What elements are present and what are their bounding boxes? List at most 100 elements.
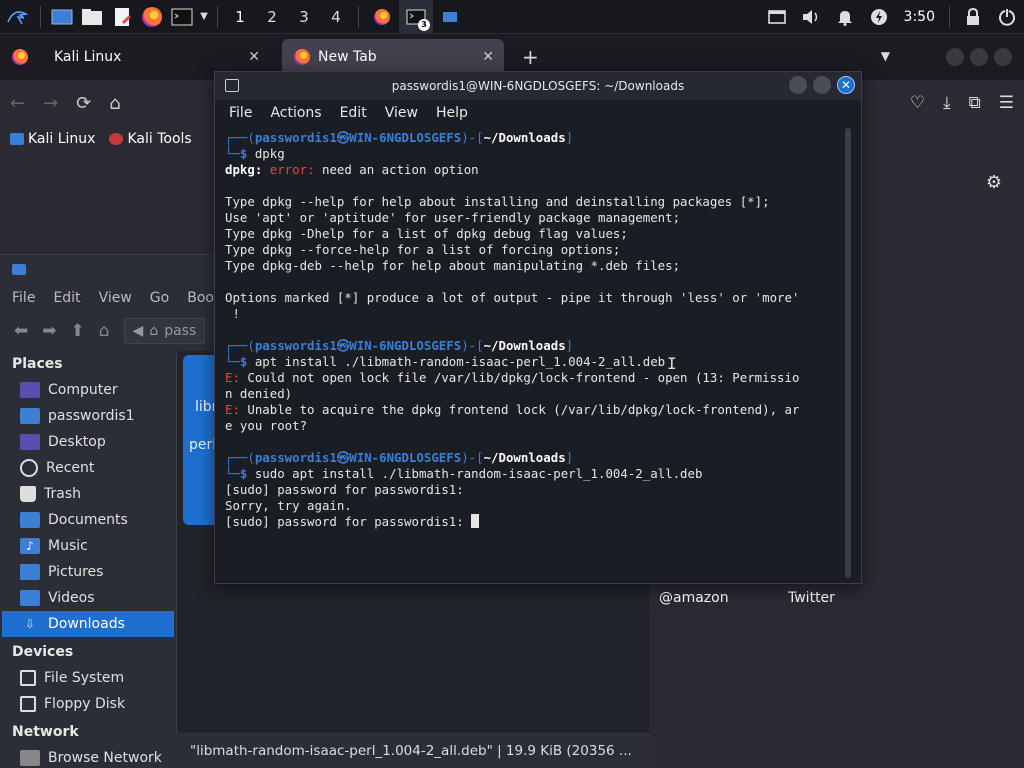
clock-icon <box>20 459 38 477</box>
workspace-4[interactable]: 4 <box>320 0 352 34</box>
path-segment[interactable]: pass <box>164 323 196 339</box>
sidebar-item-recent[interactable]: Recent <box>0 455 176 481</box>
firefox-view-icon[interactable] <box>12 49 28 65</box>
firefox-launcher-icon[interactable] <box>137 0 167 34</box>
menu-actions[interactable]: Actions <box>270 105 321 121</box>
shortcut-amazon-label: @amazon <box>659 590 729 606</box>
kali-menu-icon[interactable] <box>0 0 34 34</box>
clock[interactable]: 3:50 <box>896 9 943 25</box>
close-tab-icon[interactable]: ✕ <box>482 49 494 65</box>
sidebar-item-downloads[interactable]: ⇩ Downloads <box>2 611 174 637</box>
screen-icon[interactable] <box>760 0 794 34</box>
downloads-icon[interactable]: ⤓ <box>943 93 951 113</box>
reload-icon[interactable]: ⟳ <box>76 93 91 114</box>
home-icon[interactable]: ⌂ <box>99 321 110 341</box>
kali-tools-icon <box>109 133 124 145</box>
forward-arrow-icon[interactable]: ➡ <box>42 321 56 341</box>
menu-view[interactable]: View <box>99 290 132 306</box>
list-all-tabs-chevron-icon[interactable]: ▼ <box>881 49 890 63</box>
tab-label: Kali Linux <box>54 49 122 65</box>
sidebar-item-desktop[interactable]: Desktop <box>0 429 176 455</box>
terminal-titlebar[interactable]: passwordis1@WIN-6NGDLOSGEFS: ~/Downloads… <box>215 72 861 100</box>
output-line: Type dpkg --force-help for a list of for… <box>225 242 621 257</box>
bookmark-kali-tools[interactable]: Kali Tools <box>109 131 192 147</box>
new-tab-button[interactable]: + <box>522 45 539 69</box>
sidebar-item-documents[interactable]: Documents <box>0 507 176 533</box>
launcher-dropdown-chevron-icon[interactable]: ▼ <box>197 0 211 34</box>
logout-icon[interactable] <box>990 0 1024 34</box>
menu-edit[interactable]: Edit <box>53 290 80 306</box>
workspace-1[interactable]: 1 <box>224 0 256 34</box>
pocket-icon[interactable]: ♡ <box>910 93 925 113</box>
sidebar-item-computer[interactable]: Computer <box>0 377 176 403</box>
task-terminal[interactable]: 3 <box>399 0 433 34</box>
menu-go[interactable]: Go <box>150 290 169 306</box>
output-line: dpkg: error: need an action option <box>225 162 479 177</box>
workspace-2[interactable]: 2 <box>256 0 288 34</box>
tab-new-tab[interactable]: New Tab ✕ <box>282 39 504 75</box>
menu-edit[interactable]: Edit <box>340 105 367 121</box>
task-firefox[interactable] <box>365 0 399 34</box>
power-manager-icon[interactable] <box>862 0 896 34</box>
terminal-launcher-icon[interactable] <box>167 0 197 34</box>
output-line: e you root? <box>225 418 308 433</box>
kali-icon <box>10 133 24 145</box>
terminal-scrollbar[interactable] <box>845 128 851 578</box>
sidebar-item-file-system[interactable]: File System <box>0 665 176 691</box>
sidebar-item-videos[interactable]: Videos <box>0 585 176 611</box>
menu-file[interactable]: File <box>229 105 252 121</box>
task-file-manager[interactable] <box>433 0 467 34</box>
show-desktop-icon[interactable] <box>47 0 77 34</box>
maximize-window-icon[interactable] <box>813 76 831 94</box>
firefox-icon <box>374 8 390 25</box>
bookmark-kali-linux[interactable]: Kali Linux <box>10 131 95 147</box>
drive-icon <box>20 670 36 686</box>
path-left-chevron-icon[interactable]: ◀ <box>133 323 144 339</box>
menu-hamburger-icon[interactable]: ☰ <box>999 93 1014 113</box>
lock-screen-icon[interactable] <box>956 0 990 34</box>
file-name-fragment: perl <box>189 437 217 453</box>
sidebar-item-browse-network[interactable]: Browse Network <box>0 745 176 768</box>
sidebar-item-floppy-disk[interactable]: Floppy Disk <box>0 691 176 717</box>
password-prompt-line[interactable]: [sudo] password for passwordis1: <box>225 514 847 530</box>
taskbar: ▼ 1 2 3 4 3 3:50 <box>0 0 1024 34</box>
close-tab-icon[interactable]: ✕ <box>248 49 260 65</box>
extensions-icon[interactable]: ⧉ <box>969 93 981 113</box>
menu-help[interactable]: Help <box>436 105 468 121</box>
minimize-window-icon[interactable] <box>789 76 807 94</box>
newtab-settings-gear-icon[interactable]: ⚙ <box>986 172 1002 193</box>
home-icon: ⌂ <box>149 323 159 339</box>
sidebar-item-trash[interactable]: Trash <box>0 481 176 507</box>
sidebar-item-pictures[interactable]: Pictures <box>0 559 176 585</box>
window-title: passwordis1@WIN-6NGDLOSGEFS: ~/Downloads <box>391 79 685 93</box>
minimize-window-icon[interactable] <box>946 48 964 66</box>
volume-icon[interactable] <box>794 0 828 34</box>
back-arrow-icon[interactable]: ⬅ <box>14 321 28 341</box>
menu-view[interactable]: View <box>385 105 418 121</box>
sidebar-item-home[interactable]: passwordis1 <box>0 403 176 429</box>
file-manager-launcher-icon[interactable] <box>77 0 107 34</box>
menu-file[interactable]: File <box>12 290 35 306</box>
back-arrow-icon[interactable]: ← <box>10 93 25 114</box>
output-line: Type dpkg -Dhelp for a list of dpkg debu… <box>225 226 628 241</box>
terminal-output[interactable]: ┌──(passwordis1㉿WIN-6NGDLOSGEFS)-[~/Down… <box>225 130 847 580</box>
up-arrow-icon[interactable]: ⬆ <box>71 321 85 341</box>
folder-icon <box>12 263 26 275</box>
text-editor-launcher-icon[interactable] <box>107 0 137 34</box>
tab-label: New Tab <box>318 49 377 65</box>
pictures-folder-icon <box>20 564 40 580</box>
notifications-bell-icon[interactable] <box>828 0 862 34</box>
forward-arrow-icon[interactable]: → <box>43 93 58 114</box>
output-line: E: Unable to acquire the dpkg frontend l… <box>225 402 800 417</box>
firefox-icon <box>294 49 310 65</box>
close-window-icon[interactable]: ✕ <box>837 76 855 94</box>
tab-kali-linux[interactable]: Kali Linux ✕ <box>42 39 270 75</box>
workspace-3[interactable]: 3 <box>288 0 320 34</box>
folder-icon <box>443 12 457 22</box>
output-line: Sorry, try again. <box>225 498 352 513</box>
home-icon[interactable]: ⌂ <box>109 93 120 114</box>
close-window-icon[interactable] <box>994 48 1012 66</box>
sidebar-item-music[interactable]: ♪ Music <box>0 533 176 559</box>
maximize-window-icon[interactable] <box>970 48 988 66</box>
path-bar[interactable]: ◀ ⌂ pass <box>123 318 206 344</box>
